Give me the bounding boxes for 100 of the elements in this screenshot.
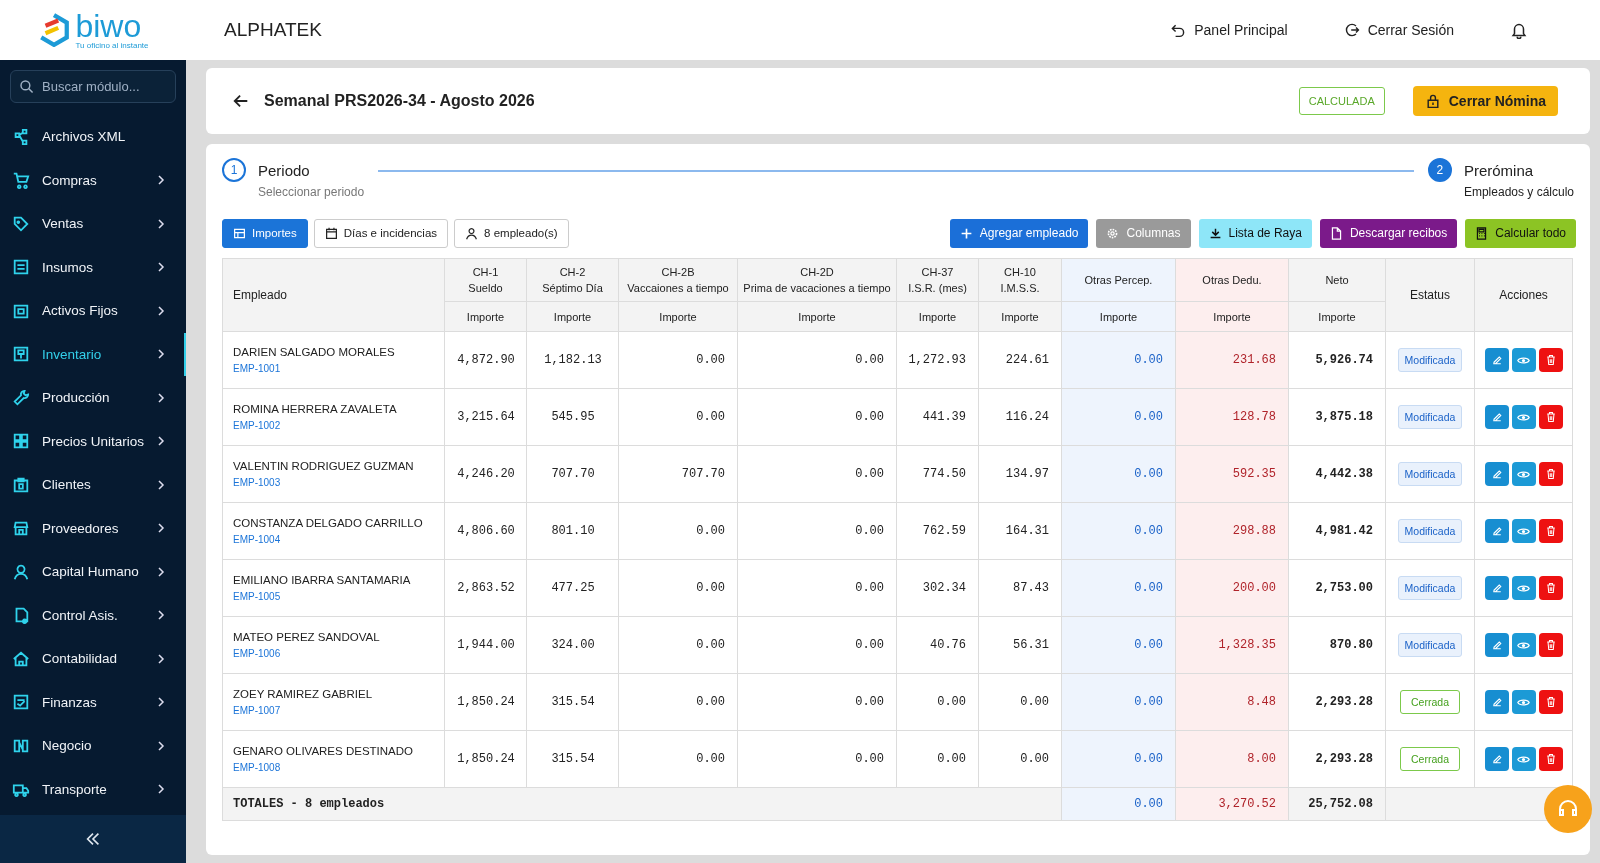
delete-button[interactable] [1538,633,1563,657]
employee-id-link[interactable]: EMP-1004 [233,534,281,545]
step-title: Prerómina [1463,162,1535,179]
employee-id-link[interactable]: EMP-1001 [233,363,281,374]
employee-name: CONSTANZA DELGADO CARRILLO [233,517,424,529]
trash-icon [1544,354,1557,366]
bell-icon[interactable] [1510,21,1528,39]
delete-button[interactable] [1538,348,1563,372]
table-cell: 3,875.18 [1288,388,1386,446]
edit-button[interactable] [1484,462,1509,486]
sidebar-item[interactable]: Control Asis. [0,593,186,637]
table-cell: 1,944.00 [444,616,527,674]
column-header: Estatus [1385,258,1475,332]
column-subheader: Importe [737,301,897,332]
table-cell: 0.00 [978,730,1062,788]
header-link[interactable]: Cerrar Sesión [1343,22,1454,38]
sidebar-item[interactable]: Compras [0,158,186,202]
sidebar-item[interactable]: Producción [0,376,186,420]
table-cell: 5,926.74 [1288,331,1386,389]
view-button[interactable] [1511,633,1536,657]
table-cell: 315.54 [526,673,619,731]
status-badge: Cerrada [1400,690,1460,714]
edit-button[interactable] [1484,519,1509,543]
calendar-icon [324,226,338,240]
employee-id-link[interactable]: EMP-1003 [233,477,281,488]
employee-id-link[interactable]: EMP-1005 [233,591,281,602]
edit-button[interactable] [1484,576,1509,600]
table-cell: 0.00 [737,445,897,503]
sidebar-item[interactable]: Transporte [0,767,186,811]
employee-id-link[interactable]: EMP-1006 [233,648,281,659]
delete-button[interactable] [1538,747,1563,771]
search-field[interactable]: Buscar módulo... [10,70,176,103]
column-header: Otras Percep. [1061,258,1176,302]
tab[interactable]: 8 empleado(s) [454,218,569,248]
column-header: Acciones [1474,258,1573,332]
collapse-icon[interactable] [84,830,102,848]
table-cell: 0.00 [896,730,979,788]
sidebar-item[interactable]: Archivos XML [0,115,186,159]
view-button[interactable] [1511,690,1536,714]
pencil-icon [1490,639,1503,651]
table-cell: 0.00 [1061,559,1176,617]
table-cell: 2,863.52 [444,559,527,617]
action-button[interactable]: Agregar empleado [949,218,1089,248]
tab[interactable]: Importes [222,218,308,248]
action-button[interactable]: Calcular todo [1465,218,1576,248]
view-button[interactable] [1511,747,1536,771]
employee-id-link[interactable]: EMP-1007 [233,705,281,716]
sidebar-item[interactable]: Ventas [0,202,186,246]
sidebar-item[interactable]: Precios Unitarios [0,419,186,463]
edit-button[interactable] [1484,633,1509,657]
back-arrow-icon[interactable] [232,92,250,110]
delete-button[interactable] [1538,576,1563,600]
chevron-icon [156,436,166,447]
column-subheader: Importe [618,301,738,332]
table-cell: 707.70 [618,445,738,503]
close-payroll-button[interactable]: Cerrar Nómina [1412,86,1558,116]
table-cell: 134.97 [978,445,1062,503]
table-cell: 315.54 [526,730,619,788]
table-cell: 0.00 [618,673,738,731]
view-button[interactable] [1511,576,1536,600]
delete-button[interactable] [1538,405,1563,429]
table-cell: 0.00 [737,559,897,617]
column-header: CH-2 Séptimo Día [526,258,619,302]
employee-id-link[interactable]: EMP-1008 [233,762,281,773]
trash-icon [1544,582,1557,594]
sidebar-item[interactable]: Finanzas [0,680,186,724]
table-cell: 0.00 [618,388,738,446]
table-cell: 0.00 [1061,445,1176,503]
tab[interactable]: Días e incidencias [313,218,449,248]
delete-button[interactable] [1538,462,1563,486]
edit-button[interactable] [1484,690,1509,714]
header-link[interactable]: Panel Principal [1170,22,1288,38]
table-cell: 0.00 [618,331,738,389]
sidebar-item[interactable]: Capital Humano [0,550,186,594]
employee-name: EMILIANO IBARRA SANTAMARIA [233,574,412,586]
edit-button[interactable] [1484,405,1509,429]
table-cell: 592.35 [1175,445,1289,503]
sidebar-item[interactable]: Negocio [0,724,186,768]
sidebar-item[interactable]: Clientes [0,463,186,507]
edit-button[interactable] [1484,747,1509,771]
pencil-icon [1490,525,1503,537]
chevron-icon [156,175,166,186]
delete-button[interactable] [1538,690,1563,714]
view-button[interactable] [1511,405,1536,429]
sidebar-item[interactable]: Inventario [0,332,186,376]
table-cell: 2,293.28 [1288,730,1386,788]
sidebar-item[interactable]: Contabilidad [0,637,186,681]
view-button[interactable] [1511,462,1536,486]
action-button[interactable]: Descargar recibos [1319,218,1458,248]
sidebar-item[interactable]: Activos Fijos [0,289,186,333]
delete-button[interactable] [1538,519,1563,543]
column-header: Neto [1288,258,1386,302]
view-button[interactable] [1511,348,1536,372]
edit-button[interactable] [1484,348,1509,372]
view-button[interactable] [1511,519,1536,543]
table-cell: 707.70 [526,445,619,503]
sidebar-item[interactable]: Proveedores [0,506,186,550]
employee-id-link[interactable]: EMP-1002 [233,420,281,431]
action-button[interactable]: Lista de Raya [1198,218,1312,248]
sidebar-item[interactable]: Insumos [0,245,186,289]
